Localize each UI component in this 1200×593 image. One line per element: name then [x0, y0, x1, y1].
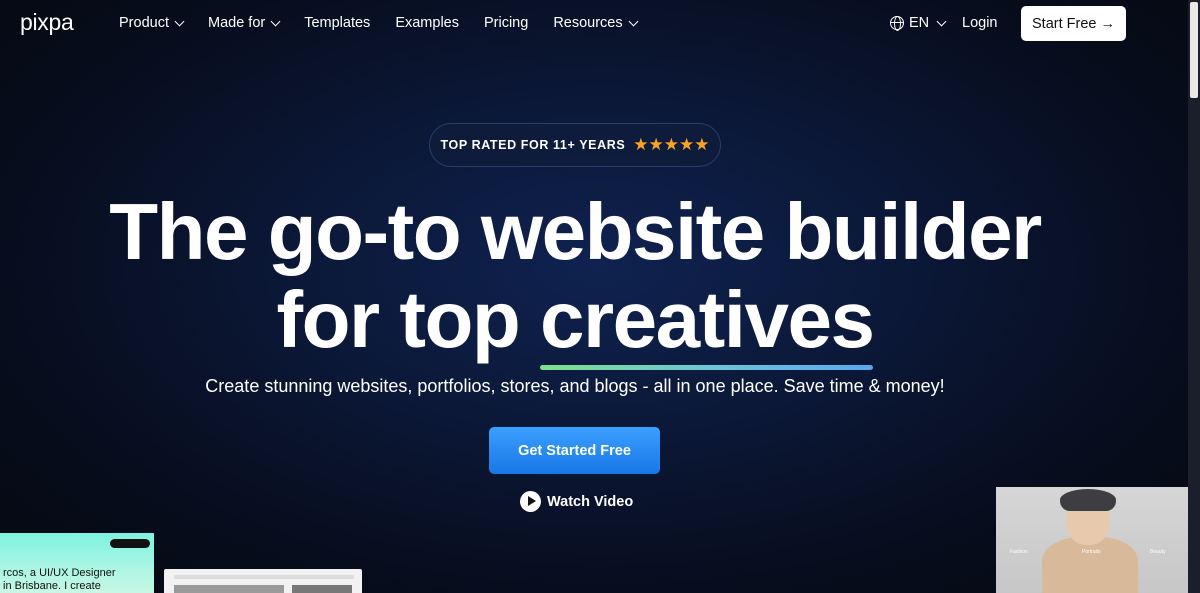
language-selector[interactable]: EN: [890, 15, 947, 31]
chevron-down-icon: [270, 16, 281, 26]
preview-category-label: Portraits: [1082, 549, 1101, 555]
preview-card-text: rcos, a UI/UX Designer in Brisbane. I cr…: [3, 567, 115, 593]
headline-prefix: for top: [276, 275, 540, 364]
highlight-underline: [540, 365, 874, 370]
nav-item-examples[interactable]: Examples: [395, 15, 459, 31]
start-free-button[interactable]: Start Free →: [1021, 6, 1126, 41]
nav-item-templates[interactable]: Templates: [304, 15, 370, 31]
login-link[interactable]: Login: [962, 15, 997, 31]
preview-nav-pill: [110, 539, 150, 548]
preview-text-line: in Brisbane. I create: [3, 580, 101, 592]
headline-line-1: The go-to website builder: [109, 187, 1042, 276]
language-label: EN: [909, 15, 930, 31]
logo[interactable]: pixpa: [20, 9, 74, 36]
nav-item-label: Examples: [395, 15, 459, 31]
badge-text: TOP RATED FOR 11+ YEARS: [440, 138, 626, 152]
nav-item-product[interactable]: Product: [119, 15, 185, 31]
preview-card-portrait: Fashion Portraits Beauty: [996, 487, 1192, 593]
headline-line-2: for top creatives: [0, 275, 1150, 370]
preview-text-line: rcos, a UI/UX Designer: [3, 567, 116, 579]
rating-badge: TOP RATED FOR 11+ YEARS ★★★★★: [429, 123, 721, 167]
hero-subtitle: Create stunning websites, portfolios, st…: [205, 376, 945, 396]
headline-highlight: creatives: [540, 275, 875, 370]
globe-icon: [890, 16, 904, 31]
scrollbar-thumb[interactable]: [1190, 2, 1198, 98]
nav-menu: Product Made for Templates Examples Pric…: [119, 15, 639, 31]
star-icon: ★★★★★: [633, 135, 710, 154]
nav-item-label: Pricing: [483, 15, 529, 31]
nav-item-label: Resources: [553, 15, 623, 31]
preview-image: [174, 585, 284, 593]
watch-video-button[interactable]: Watch Video: [520, 491, 633, 512]
nav-item-label: Templates: [304, 15, 371, 31]
scrollbar[interactable]: [1188, 0, 1200, 593]
preview-category-label: Beauty: [1150, 549, 1166, 555]
watch-video-label: Watch Video: [547, 493, 634, 510]
nav-item-made-for[interactable]: Made for: [207, 15, 281, 31]
play-icon: [520, 491, 541, 512]
hero-headline: The go-to website builder for top creati…: [0, 187, 1150, 370]
nav-item-label: Made for: [207, 15, 266, 31]
top-nav: pixpa Product Made for Templates Example…: [0, 0, 1188, 47]
nav-item-resources[interactable]: Resources: [553, 15, 639, 31]
chevron-down-icon: [174, 16, 185, 26]
nav-item-pricing[interactable]: Pricing: [484, 15, 528, 31]
preview-toolbar: [174, 575, 354, 579]
get-started-button[interactable]: Get Started Free: [489, 427, 660, 474]
chevron-down-icon: [628, 16, 639, 26]
preview-card-gallery: [164, 569, 362, 593]
preview-person-body: [1042, 537, 1138, 593]
headline-highlight-text: creatives: [540, 275, 875, 364]
nav-item-label: Product: [119, 15, 169, 31]
preview-category-label: Fashion: [1010, 549, 1028, 555]
preview-image: [292, 585, 352, 593]
preview-card-designer: rcos, a UI/UX Designer in Brisbane. I cr…: [0, 533, 154, 593]
preview-person-hat: [1060, 489, 1116, 511]
chevron-down-icon: [936, 16, 947, 26]
